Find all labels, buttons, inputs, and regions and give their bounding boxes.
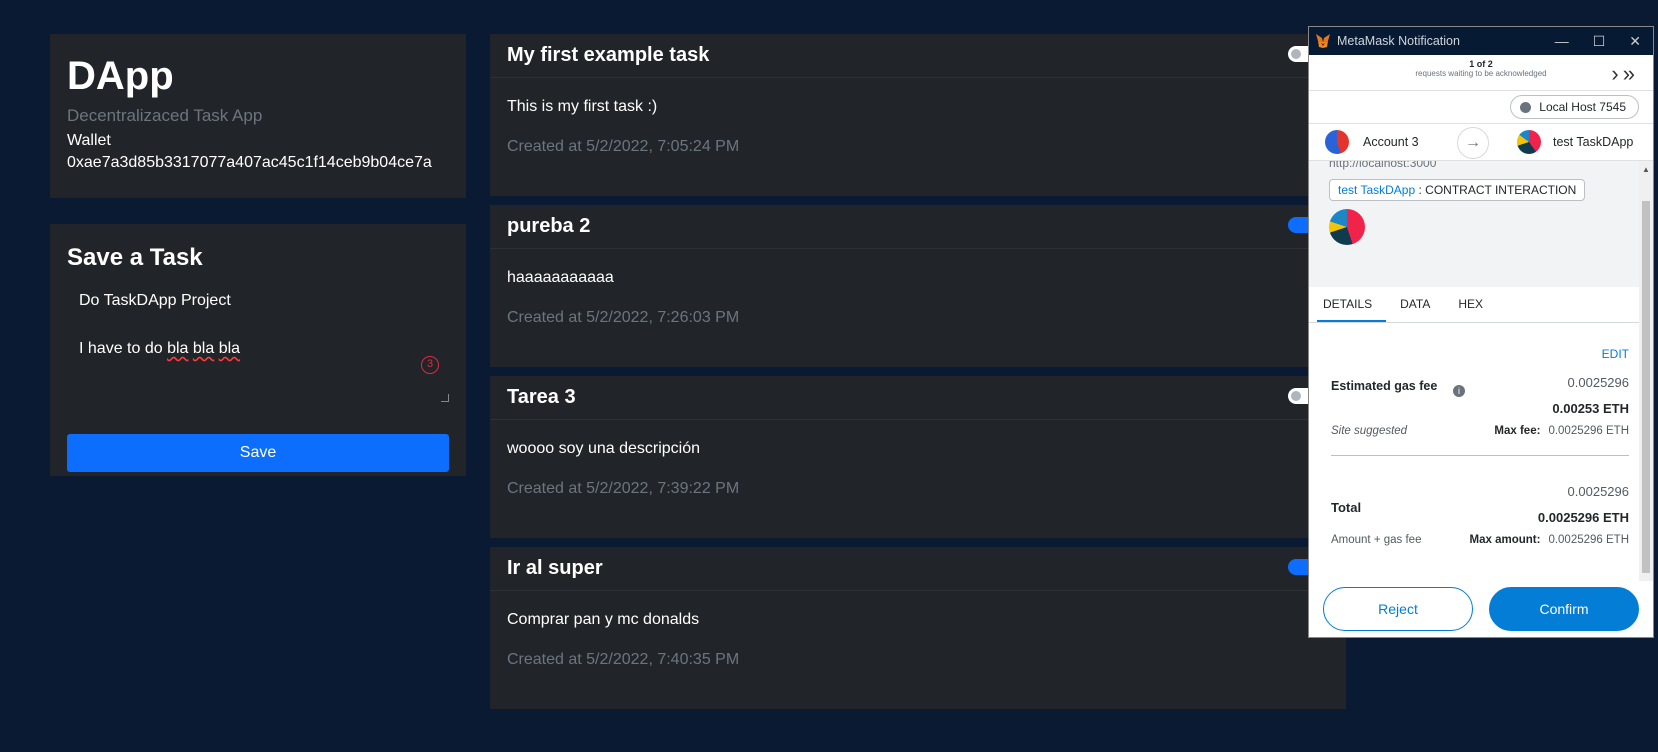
task-description: This is my first task :) [507, 98, 658, 115]
task-body: Comprar pan y mc donalds Created at 5/2/… [490, 591, 1346, 685]
to-account-name: test TaskDApp [1553, 135, 1634, 149]
to-account[interactable]: test TaskDApp [1481, 130, 1653, 154]
amount-gas-label: Amount + gas fee [1331, 534, 1422, 546]
total-label: Total [1331, 500, 1362, 515]
scrollbar-thumb[interactable] [1642, 201, 1650, 573]
total-eth: 0.0025296 ETH [1537, 510, 1629, 525]
details-panel: EDIT Estimated gas fee i 0.0025296 0.002… [1309, 323, 1653, 552]
details-tabs: DETAILS DATA HEX [1309, 287, 1653, 323]
app-title: DApp [67, 54, 174, 98]
task-created-date: Created at 5/2/2022, 7:39:22 PM [507, 480, 740, 497]
account-avatar [1325, 130, 1349, 154]
tab-data[interactable]: DATA [1386, 287, 1444, 322]
request-queue: 1 of 2 requests waiting to be acknowledg… [1309, 55, 1653, 91]
last-request-icon[interactable]: » [1623, 61, 1639, 86]
contract-avatar [1517, 130, 1541, 154]
gas-fee-value: 0.0025296 [1567, 375, 1629, 390]
task-description-input[interactable]: I have to do bla bla bla 3 [67, 332, 449, 402]
network-bar: Local Host 7545 [1309, 91, 1653, 123]
info-icon[interactable]: i [1453, 385, 1465, 397]
save-task-form: Save a Task I have to do bla bla bla 3 S… [50, 224, 466, 476]
gas-fee-row: Estimated gas fee i 0.0025296 0.00253 ET… [1331, 361, 1629, 451]
metamask-fox-icon [1316, 34, 1330, 48]
from-account[interactable]: Account 3 [1309, 130, 1481, 154]
transaction-summary: http://localhost:3000 test TaskDApp : CO… [1309, 161, 1653, 287]
edit-gas-link[interactable]: EDIT [1331, 323, 1629, 361]
minimize-icon[interactable]: — [1555, 33, 1569, 50]
save-button[interactable]: Save [67, 434, 449, 472]
action-footer: Reject Confirm [1309, 581, 1653, 637]
task-created-date: Created at 5/2/2022, 7:26:03 PM [507, 309, 740, 326]
contract-link[interactable]: test TaskDApp [1338, 183, 1415, 197]
task-header: Ir al super [490, 547, 1346, 591]
task-title: pureba 2 [507, 215, 591, 237]
max-amount: Max amount: 0.0025296 ETH [1469, 534, 1629, 546]
task-card: pureba 2 haaaaaaaaaaa Created at 5/2/202… [490, 205, 1346, 367]
maximize-icon[interactable]: ☐ [1593, 33, 1606, 50]
total-row: Total 0.0025296 0.0025296 ETH Amount + g… [1331, 456, 1629, 552]
task-body: This is my first task :) Created at 5/2/… [490, 78, 1346, 172]
metamask-titlebar[interactable]: MetaMask Notification — ☐ ✕ [1309, 27, 1653, 55]
wallet-label: Wallet [67, 132, 111, 149]
site-suggested: Site suggested [1331, 425, 1408, 437]
task-card: Ir al super Comprar pan y mc donalds Cre… [490, 547, 1346, 709]
task-card: Tarea 3 woooo soy una descripción Create… [490, 376, 1346, 538]
contract-interaction-badge: test TaskDApp : CONTRACT INTERACTION [1329, 179, 1586, 201]
task-description: haaaaaaaaaaa [507, 269, 614, 286]
task-body: haaaaaaaaaaa Created at 5/2/2022, 7:26:0… [490, 249, 1346, 343]
task-title: My first example task [507, 44, 710, 66]
task-title-input[interactable] [67, 282, 449, 320]
task-description: woooo soy una descripción [507, 440, 701, 457]
task-created-date: Created at 5/2/2022, 7:40:35 PM [507, 651, 740, 668]
next-request-icon[interactable]: › [1611, 61, 1622, 86]
tab-hex[interactable]: HEX [1444, 287, 1497, 322]
scroll-up-icon[interactable]: ▲ [1642, 165, 1650, 174]
from-account-name: Account 3 [1363, 135, 1419, 149]
task-card: My first example task This is my first t… [490, 34, 1346, 196]
gas-fee-eth: 0.00253 ETH [1552, 401, 1629, 416]
form-heading: Save a Task [67, 244, 203, 271]
task-body: woooo soy una descripción Created at 5/2… [490, 420, 1346, 514]
wallet-address: 0xae7a3d85b3317077a407ac45c1f14ceb9b04ce… [67, 154, 432, 171]
queue-text: requests waiting to be acknowledged [1415, 69, 1547, 78]
task-title: Ir al super [507, 557, 603, 579]
spellcheck-badge[interactable]: 3 [421, 356, 439, 374]
window-controls: — ☐ ✕ [1555, 33, 1647, 50]
arrow-right-icon: → [1457, 127, 1489, 159]
app-header-card: DApp Decentralizaced Task App Wallet 0xa… [50, 34, 466, 198]
queue-nav: ›» [1611, 61, 1639, 87]
resize-handle[interactable] [441, 394, 449, 402]
tab-details[interactable]: DETAILS [1317, 287, 1387, 322]
origin-url: http://localhost:3000 [1329, 161, 1437, 170]
confirm-button[interactable]: Confirm [1489, 587, 1639, 631]
scrollbar[interactable]: ▲ ▼ [1639, 161, 1653, 615]
gas-fee-label: Estimated gas fee [1331, 379, 1438, 393]
close-icon[interactable]: ✕ [1629, 33, 1641, 50]
task-description-text: I have to do bla bla bla [79, 340, 241, 357]
queue-count: 1 of 2 [1469, 59, 1493, 69]
task-header: My first example task [490, 34, 1346, 78]
task-header: Tarea 3 [490, 376, 1346, 420]
sender-recipient-bar: Account 3 → test TaskDApp [1309, 123, 1653, 161]
metamask-window: MetaMask Notification — ☐ ✕ 1 of 2 reque… [1308, 26, 1654, 638]
task-created-date: Created at 5/2/2022, 7:05:24 PM [507, 138, 740, 155]
task-header: pureba 2 [490, 205, 1346, 249]
max-fee: Max fee: 0.0025296 ETH [1494, 425, 1629, 437]
window-title: MetaMask Notification [1337, 34, 1460, 48]
reject-button[interactable]: Reject [1323, 587, 1473, 631]
task-description: Comprar pan y mc donalds [507, 611, 700, 628]
total-value: 0.0025296 [1567, 484, 1629, 499]
confirmation-scroll-area[interactable]: http://localhost:3000 test TaskDApp : CO… [1309, 161, 1653, 615]
contract-identicon [1329, 209, 1365, 245]
contract-type: : CONTRACT INTERACTION [1418, 183, 1577, 197]
task-title: Tarea 3 [507, 386, 576, 408]
app-subtitle: Decentralizaced Task App [67, 106, 263, 125]
network-selector[interactable]: Local Host 7545 [1510, 95, 1639, 119]
